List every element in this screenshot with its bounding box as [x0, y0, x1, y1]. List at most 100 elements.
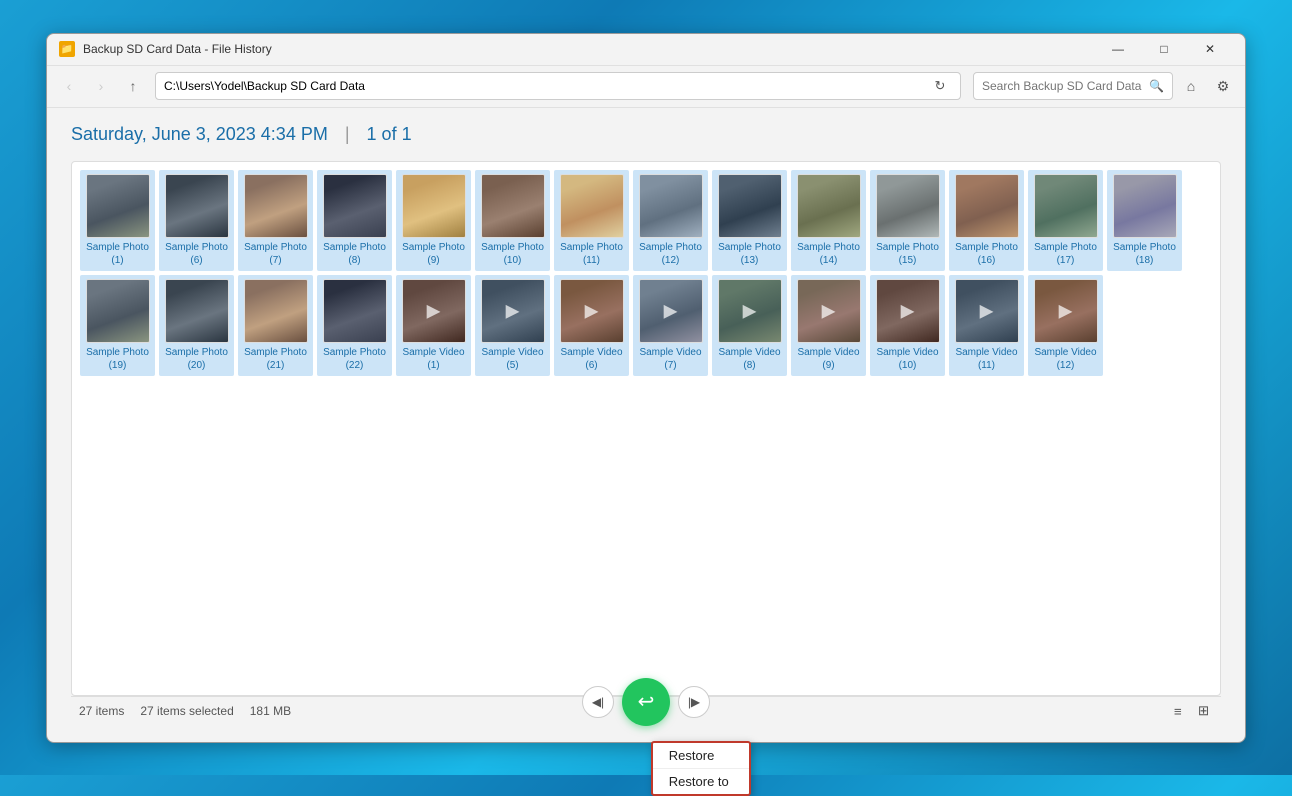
file-grid: Sample Photo (1)Sample Photo (6)Sample P… — [80, 170, 1212, 376]
forward-button[interactable]: › — [87, 72, 115, 100]
item-count: 27 items — [79, 704, 124, 718]
file-label: Sample Photo (17) — [1032, 241, 1099, 267]
search-input[interactable] — [982, 79, 1145, 93]
restore-popup: Restore Restore to — [651, 741, 751, 796]
history-date: Saturday, June 3, 2023 4:34 PM — [71, 124, 328, 144]
list-item[interactable]: Sample Photo (6) — [159, 170, 234, 271]
list-item[interactable]: Sample Photo (16) — [949, 170, 1024, 271]
file-label: Sample Photo (10) — [479, 241, 546, 267]
file-thumbnail-8 — [718, 174, 782, 238]
file-label: Sample Photo (16) — [953, 241, 1020, 267]
file-thumbnail-23: ▶ — [797, 279, 861, 343]
restore-option[interactable]: Restore — [653, 743, 749, 768]
minimize-button[interactable]: — — [1095, 33, 1141, 65]
list-item[interactable]: Sample Photo (8) — [317, 170, 392, 271]
file-label: Sample Video (5) — [479, 346, 546, 372]
file-thumbnail-10 — [876, 174, 940, 238]
list-item[interactable]: Sample Photo (10) — [475, 170, 550, 271]
up-button[interactable]: ↑ — [119, 72, 147, 100]
restore-button[interactable]: Restore Restore to — [622, 678, 670, 726]
list-item[interactable]: ▶Sample Video (10) — [870, 275, 945, 376]
tile-view-button[interactable]: ⊞ — [1194, 701, 1213, 721]
list-view-button[interactable]: ≡ — [1170, 701, 1186, 721]
address-bar[interactable]: ↻ — [155, 72, 961, 100]
list-item[interactable]: ▶ Sample Video (11) — [949, 275, 1024, 376]
history-position: 1 of 1 — [367, 124, 412, 144]
file-thumbnail-1 — [165, 174, 229, 238]
list-item[interactable]: ▶ Sample Video (7) — [633, 275, 708, 376]
file-label: Sample Photo (9) — [400, 241, 467, 267]
list-item[interactable]: Sample Photo (21) — [238, 275, 313, 376]
list-item[interactable]: Sample Photo (13) — [712, 170, 787, 271]
file-thumbnail-7 — [639, 174, 703, 238]
list-item[interactable]: Sample Photo (12) — [633, 170, 708, 271]
list-item[interactable]: ▶ Sample Video (12) — [1028, 275, 1103, 376]
refresh-button[interactable]: ↻ — [928, 74, 952, 98]
file-label: Sample Video (8) — [716, 346, 783, 372]
list-item[interactable]: Sample Photo (22) — [317, 275, 392, 376]
file-thumbnail-22: ▶ — [718, 279, 782, 343]
file-label: Sample Photo (11) — [558, 241, 625, 267]
list-item[interactable]: Sample Photo (9) — [396, 170, 471, 271]
back-button[interactable]: ‹ — [55, 72, 83, 100]
list-item[interactable]: Sample Photo (15) — [870, 170, 945, 271]
list-item[interactable]: Sample Photo (14) — [791, 170, 866, 271]
file-thumbnail-14 — [86, 279, 150, 343]
list-item[interactable]: ▶ Sample Video (9) — [791, 275, 866, 376]
list-item[interactable]: ▶ Sample Video (8) — [712, 275, 787, 376]
file-label: Sample Photo (20) — [163, 346, 230, 372]
restore-to-option[interactable]: Restore to — [653, 769, 749, 794]
file-label: Sample Photo (13) — [716, 241, 783, 267]
list-item[interactable]: ▶Sample Video (1) — [396, 275, 471, 376]
file-thumbnail-15 — [165, 279, 229, 343]
list-item[interactable]: ▶Sample Video (6) — [554, 275, 629, 376]
bottom-controls: ◀| Restore Restore to |▶ — [582, 678, 710, 726]
file-label: Sample Video (11) — [953, 346, 1020, 372]
settings-button[interactable]: ⚙ — [1209, 72, 1237, 100]
file-label: Sample Video (12) — [1032, 346, 1099, 372]
history-header: Saturday, June 3, 2023 4:34 PM | 1 of 1 — [71, 124, 1221, 145]
file-label: Sample Video (7) — [637, 346, 704, 372]
list-item[interactable]: Sample Photo (19) — [80, 275, 155, 376]
main-window: 📁 Backup SD Card Data - File History — □… — [46, 33, 1246, 743]
maximize-button[interactable]: □ — [1141, 33, 1187, 65]
address-input[interactable] — [164, 79, 928, 93]
next-button[interactable]: |▶ — [678, 686, 710, 718]
title-bar: 📁 Backup SD Card Data - File History — □… — [47, 34, 1245, 66]
total-size: 181 MB — [250, 704, 291, 718]
file-label: Sample Video (10) — [874, 346, 941, 372]
list-item[interactable]: ▶ Sample Video (5) — [475, 275, 550, 376]
file-thumbnail-19: ▶ — [481, 279, 545, 343]
file-thumbnail-26: ▶ — [1034, 279, 1098, 343]
list-item[interactable]: Sample Photo (18) — [1107, 170, 1182, 271]
file-label: Sample Photo (7) — [242, 241, 309, 267]
file-thumbnail-2 — [244, 174, 308, 238]
next-icon: |▶ — [688, 695, 700, 709]
file-thumbnail-0 — [86, 174, 150, 238]
file-thumbnail-25: ▶ — [955, 279, 1019, 343]
list-item[interactable]: Sample Photo (17) — [1028, 170, 1103, 271]
window-title: Backup SD Card Data - File History — [83, 42, 1095, 56]
list-item[interactable]: Sample Photo (11) — [554, 170, 629, 271]
file-thumbnail-17 — [323, 279, 387, 343]
file-thumbnail-21: ▶ — [639, 279, 703, 343]
close-button[interactable]: ✕ — [1187, 33, 1233, 65]
file-label: Sample Video (6) — [558, 346, 625, 372]
list-item[interactable]: Sample Photo (7) — [238, 170, 313, 271]
file-label: Sample Photo (14) — [795, 241, 862, 267]
list-item[interactable]: Sample Photo (20) — [159, 275, 234, 376]
file-thumbnail-5 — [481, 174, 545, 238]
search-icon: 🔍 — [1149, 79, 1164, 93]
file-label: Sample Photo (15) — [874, 241, 941, 267]
selected-count: 27 items selected — [140, 704, 233, 718]
file-thumbnail-16 — [244, 279, 308, 343]
search-bar[interactable]: 🔍 — [973, 72, 1173, 100]
file-label: Sample Photo (12) — [637, 241, 704, 267]
list-item[interactable]: Sample Photo (1) — [80, 170, 155, 271]
prev-button[interactable]: ◀| — [582, 686, 614, 718]
file-label: Sample Photo (18) — [1111, 241, 1178, 267]
home-button[interactable]: ⌂ — [1177, 72, 1205, 100]
prev-icon: ◀| — [592, 695, 604, 709]
file-label: Sample Video (9) — [795, 346, 862, 372]
header-separator: | — [345, 124, 355, 144]
